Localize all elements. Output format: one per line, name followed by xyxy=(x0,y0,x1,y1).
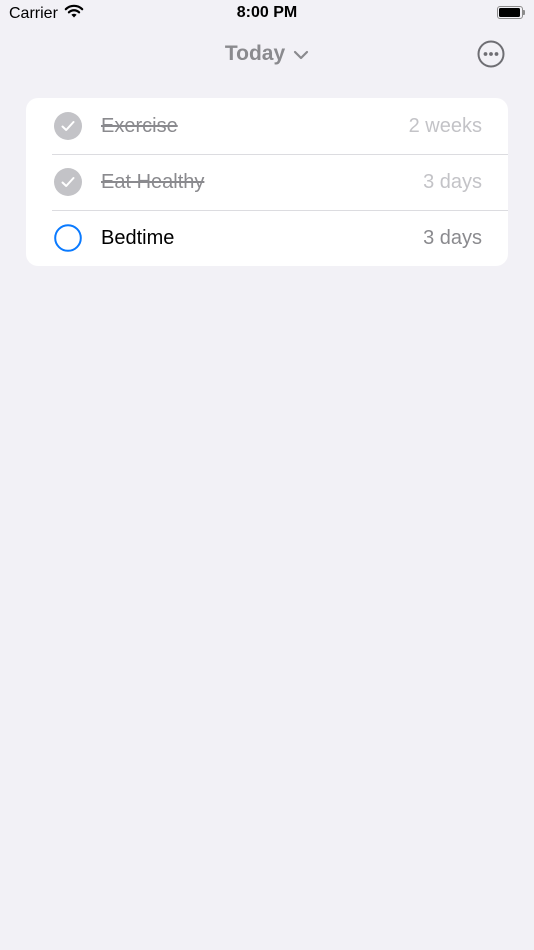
habit-row-bedtime[interactable]: Bedtime 3 days xyxy=(26,210,508,266)
habit-list: Exercise 2 weeks Eat Healthy 3 days Bedt… xyxy=(26,98,508,266)
empty-circle-icon[interactable] xyxy=(54,224,82,252)
habit-streak: 3 days xyxy=(423,171,482,193)
status-time: 8:00 PM xyxy=(236,4,298,21)
checkmark-circle-icon[interactable] xyxy=(54,168,82,196)
status-bar: Carrier 8:00 PM xyxy=(0,0,534,28)
chevron-down-icon xyxy=(293,42,309,66)
battery-icon xyxy=(497,6,525,19)
period-selector[interactable]: Today xyxy=(0,42,534,66)
habit-streak: 2 weeks xyxy=(408,115,482,137)
checkmark-circle-icon[interactable] xyxy=(54,112,82,140)
nav-title-label: Today xyxy=(224,42,286,65)
ellipsis-circle-icon xyxy=(477,40,505,72)
habit-label: Exercise xyxy=(101,115,178,137)
nav-bar: Today xyxy=(0,36,534,76)
habit-row-exercise[interactable]: Exercise 2 weeks xyxy=(26,98,508,154)
more-options-button[interactable] xyxy=(477,40,505,68)
habit-streak: 3 days xyxy=(423,227,482,249)
habit-row-eat-healthy[interactable]: Eat Healthy 3 days xyxy=(26,154,508,210)
habit-label: Bedtime xyxy=(101,227,175,249)
habit-label: Eat Healthy xyxy=(101,171,205,193)
